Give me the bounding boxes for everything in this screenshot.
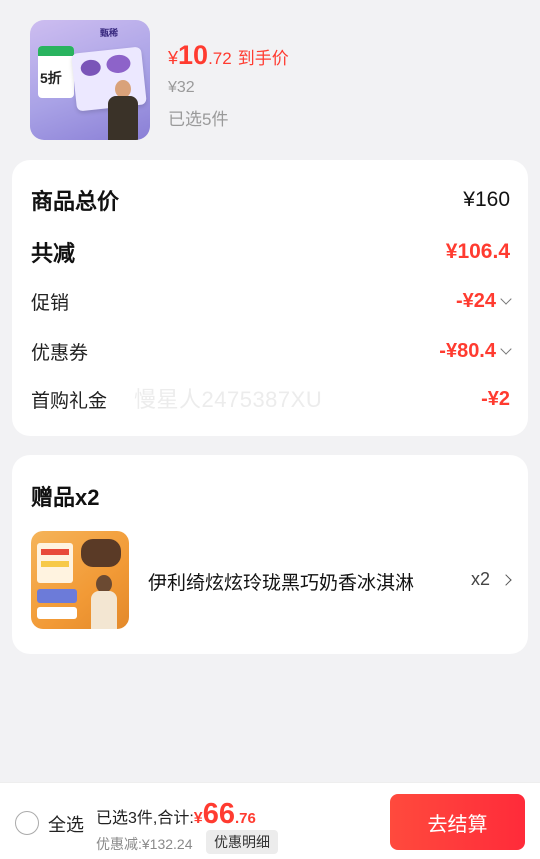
gifts-card: 赠品x2 伊利绮炫炫玲珑黑巧奶香冰淇淋 x2 — [12, 455, 528, 654]
total-row: 商品总价 ¥160 — [31, 184, 510, 216]
coupon-label: 优惠券 — [31, 343, 89, 364]
select-all-label[interactable]: 全选 — [48, 811, 84, 837]
checkout-button[interactable]: 去结算 — [390, 794, 525, 850]
first-gift-label: 首购礼金 — [31, 391, 108, 412]
coupon-value: -¥80.4 — [439, 340, 496, 362]
total-label: 商品总价 — [31, 189, 120, 214]
chevron-right-icon[interactable] — [500, 574, 512, 586]
promo-label: 促销 — [31, 293, 70, 314]
total-value: ¥160 — [463, 188, 510, 211]
gift-image[interactable] — [31, 531, 129, 629]
gift-name[interactable]: 伊利绮炫炫玲珑黑巧奶香冰淇淋 — [148, 568, 428, 595]
checkout-bar: 全选 已选3件,合计:¥66.76 优惠减:¥132.24 优惠明细 去结算 — [0, 782, 540, 859]
endorser-graphic — [106, 80, 140, 140]
select-all-radio[interactable] — [15, 811, 39, 835]
promo-value: -¥24 — [455, 290, 496, 312]
coupon-value-wrap[interactable]: -¥80.4 — [439, 340, 512, 363]
thumb-brand: 甄稀 — [100, 28, 119, 38]
gift-quantity: x2 — [471, 569, 491, 589]
reduce-value: ¥106.4 — [445, 240, 510, 263]
price-currency: ¥ — [168, 48, 179, 68]
discount-total: 优惠减:¥132.24 — [96, 836, 193, 852]
discount-tag: 5折 — [38, 46, 74, 98]
order-total: 已选3件,合计:¥66.76 — [96, 798, 256, 831]
selected-count: 已选5件 — [168, 110, 229, 129]
gifts-title: 赠品x2 — [31, 485, 100, 510]
total-integer: 66 — [202, 798, 235, 830]
chevron-down-icon — [500, 293, 512, 305]
first-gift-value: -¥2 — [481, 388, 510, 410]
watermark: 慢星人2475387XU — [134, 387, 323, 412]
final-price-block: ¥10.72 到手价 — [168, 40, 289, 71]
discount-detail-button[interactable]: 优惠明细 — [206, 830, 278, 854]
price-summary-card: 商品总价 ¥160 共减 ¥106.4 促销 -¥24 优惠券 -¥80.4 首… — [12, 160, 528, 436]
product-image[interactable]: 甄稀 5折 — [30, 20, 150, 140]
coupon-row[interactable]: 优惠券 -¥80.4 — [31, 338, 512, 365]
product-summary: 甄稀 5折 ¥10.72 到手价 ¥32 已选5件 — [30, 20, 510, 142]
final-price: ¥10.72 到手价 — [168, 40, 289, 71]
total-prefix: 已选3件,合计: — [96, 810, 194, 827]
promo-row[interactable]: 促销 -¥24 — [31, 288, 512, 315]
price-integer: 10 — [178, 40, 209, 70]
price-label: 到手价 — [237, 49, 289, 68]
reduce-label: 共减 — [31, 241, 76, 266]
original-price: ¥32 — [168, 79, 195, 96]
discount-tag-text: 5折 — [40, 70, 62, 86]
reduce-row: 共减 ¥106.4 — [31, 236, 510, 268]
chevron-down-icon — [500, 343, 512, 355]
total-currency: ¥ — [193, 810, 203, 827]
price-decimal: .72 — [208, 49, 232, 68]
promo-value-wrap[interactable]: -¥24 — [455, 290, 512, 313]
total-decimal: .76 — [234, 810, 256, 827]
